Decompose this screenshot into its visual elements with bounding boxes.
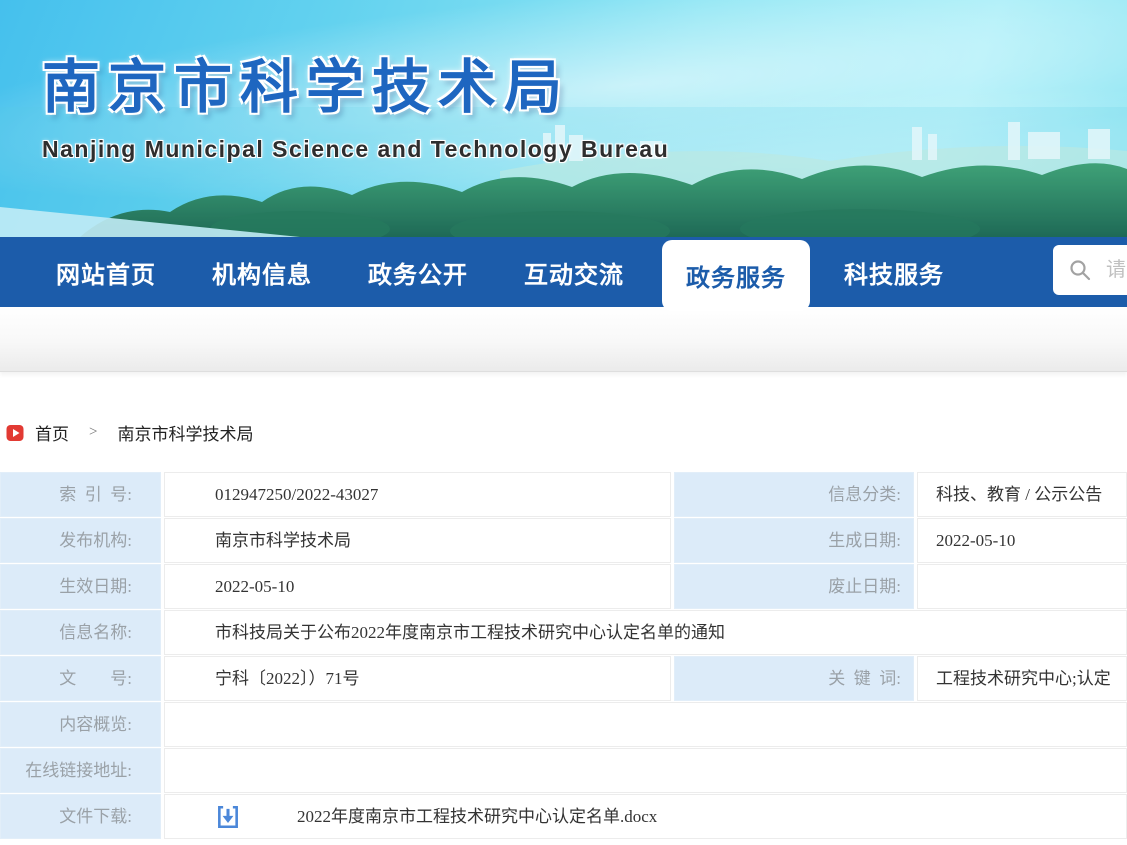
- site-subtitle: Nanjing Municipal Science and Technology…: [42, 136, 669, 163]
- row-value: [164, 748, 1127, 793]
- header-banner: 南京市科学技术局 Nanjing Municipal Science and T…: [0, 0, 1127, 237]
- table-row: 索 引 号:012947250/2022-43027信息分类:科技、教育 / 公…: [0, 472, 1127, 517]
- search-box[interactable]: [1053, 245, 1127, 295]
- breadcrumb-current: 南京市科学技术局: [117, 420, 253, 445]
- banner-landscape-image: [0, 107, 1127, 237]
- breadcrumb-separator: >: [89, 424, 97, 441]
- row-label: 信息名称:: [0, 610, 161, 655]
- nav-items: 网站首页机构信息政务公开互动交流政务服务科技服务: [56, 237, 1000, 307]
- row-label: 索 引 号:: [0, 472, 161, 517]
- row-label: 文件下载:: [0, 794, 161, 839]
- row-value: 2022年度南京市工程技术研究中心认定名单.docx: [164, 794, 1127, 839]
- nav-item-2[interactable]: 机构信息: [212, 255, 312, 290]
- nav-item-5[interactable]: 政务服务: [662, 240, 810, 311]
- row-value: [164, 702, 1127, 747]
- row-label: 生成日期:: [674, 518, 914, 563]
- download-file-link[interactable]: 2022年度南京市工程技术研究中心认定名单.docx: [297, 795, 657, 838]
- nav-item-1[interactable]: 网站首页: [56, 255, 156, 290]
- row-label: 文 号:: [0, 656, 161, 701]
- nav-item-6[interactable]: 科技服务: [844, 255, 944, 290]
- main-nav: 网站首页机构信息政务公开互动交流政务服务科技服务: [0, 237, 1127, 307]
- row-value: 012947250/2022-43027: [164, 472, 671, 517]
- breadcrumb-home[interactable]: 首页: [35, 420, 69, 445]
- info-table: 索 引 号:012947250/2022-43027信息分类:科技、教育 / 公…: [0, 472, 1127, 839]
- row-label: 内容概览:: [0, 702, 161, 747]
- breadcrumb-marker-icon: [6, 424, 24, 442]
- download-icon: [215, 804, 241, 830]
- search-input[interactable]: [1104, 258, 1127, 283]
- search-icon: [1068, 258, 1092, 282]
- row-label: 生效日期:: [0, 564, 161, 609]
- nav-item-3[interactable]: 政务公开: [368, 255, 468, 290]
- row-value: 南京市科学技术局: [164, 518, 671, 563]
- row-label: 废止日期:: [674, 564, 914, 609]
- table-row: 生效日期:2022-05-10废止日期:: [0, 564, 1127, 609]
- table-row: 在线链接地址:: [0, 748, 1127, 793]
- table-row: 信息名称:市科技局关于公布2022年度南京市工程技术研究中心认定名单的通知: [0, 610, 1127, 655]
- row-value: 工程技术研究中心;认定: [917, 656, 1127, 701]
- table-row: 文件下载: 2022年度南京市工程技术研究中心认定名单.docx: [0, 794, 1127, 839]
- table-row: 文 号:宁科〔2022〕）71号关 键 词:工程技术研究中心;认定: [0, 656, 1127, 701]
- nav-sub-band: [0, 307, 1127, 372]
- row-value: 2022-05-10: [164, 564, 671, 609]
- row-label: 发布机构:: [0, 518, 161, 563]
- site-title: 南京市科学技术局: [42, 40, 570, 124]
- row-label: 在线链接地址:: [0, 748, 161, 793]
- row-value: 宁科〔2022〕）71号: [164, 656, 671, 701]
- row-label: 信息分类:: [674, 472, 914, 517]
- row-value: [917, 564, 1127, 609]
- row-value: 市科技局关于公布2022年度南京市工程技术研究中心认定名单的通知: [164, 610, 1127, 655]
- nav-item-4[interactable]: 互动交流: [524, 255, 624, 290]
- breadcrumb: 首页 > 南京市科学技术局: [6, 420, 1127, 445]
- row-value: 科技、教育 / 公示公告: [917, 472, 1127, 517]
- table-row: 内容概览:: [0, 702, 1127, 747]
- row-label: 关 键 词:: [674, 656, 914, 701]
- table-row: 发布机构:南京市科学技术局生成日期:2022-05-10: [0, 518, 1127, 563]
- row-value: 2022-05-10: [917, 518, 1127, 563]
